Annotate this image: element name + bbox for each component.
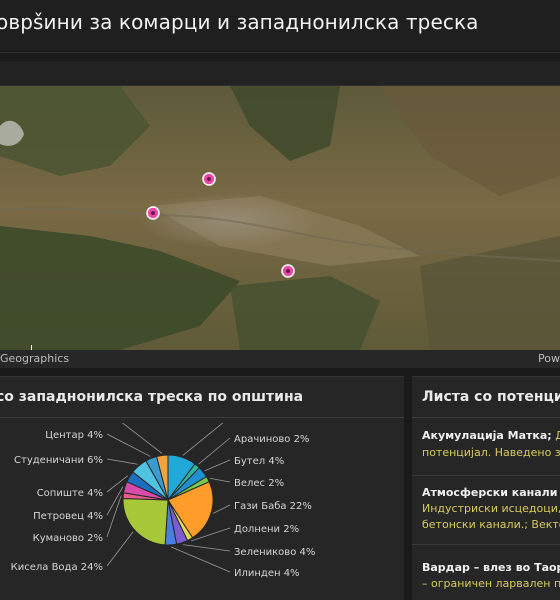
powered-by-text: Pow — [538, 352, 560, 365]
pie-chart-svg: Аеродром 10% Арачиново 2% Бутел 4% Велес 2%… — [11, 407, 316, 579]
chart-title: со западнонилска треска по општина — [0, 389, 304, 405]
pie-label: Арачиново 2% — [234, 434, 309, 445]
pie-leader-line — [182, 544, 231, 552]
pie-label: Бутел 4% — [234, 456, 284, 467]
pie-leader-line — [106, 433, 151, 457]
pie-label: Долнени 2% — [234, 524, 299, 535]
list-item[interactable]: Акумулација Матка; Дла потенцијал. Навед… — [412, 421, 560, 476]
pie-leader-line — [170, 546, 231, 573]
pie-label: Гази Баба 22% — [234, 501, 312, 512]
page-title: оврšини за комарци и западнонилска треск… — [0, 10, 479, 34]
map-toolbar — [0, 62, 560, 86]
pie-leader-line — [212, 504, 231, 514]
list-panel: Листа со потенција Акумулација Матка; Дл… — [412, 376, 560, 600]
pie-chart[interactable]: Аеродром 10% Арачиново 2% Бутел 4% Велес 2%… — [0, 407, 404, 600]
pie-label: Илинден 4% — [234, 568, 300, 579]
pie-label: Куманово 2% — [33, 533, 103, 544]
pie-leader-line — [198, 437, 231, 465]
pie-label: Петровец 4% — [33, 511, 103, 522]
list-divider — [412, 417, 560, 418]
list-item-text: бетонски канали.; Вектор — [422, 518, 560, 531]
pie-label: Студеничани 6% — [14, 455, 103, 466]
header-divider — [0, 52, 560, 53]
list-item-title: Вардар – влез во Таорс — [422, 561, 560, 574]
pie-leader-line — [204, 459, 231, 472]
list-item[interactable]: Атмосферски канали Ви Индустриски исцедо… — [412, 476, 560, 545]
pie-label: Аеродром 10% — [234, 423, 312, 424]
pie-label: Велес 2% — [234, 478, 284, 489]
satellite-imagery — [0, 86, 560, 350]
pie-leader-line — [209, 477, 231, 483]
map-attribution: Geographics — [0, 352, 70, 365]
list-title: Листа со потенција — [422, 389, 560, 405]
list-item-title: Атмосферски канали Ви — [422, 486, 560, 499]
chart-divider — [0, 417, 404, 418]
pie-label: Сопиште 4% — [37, 488, 103, 499]
pie-leader-line — [106, 531, 134, 567]
map-attribution-bar: Geographics Pow — [0, 350, 560, 368]
list-item-title: Акумулација Матка; — [422, 429, 552, 442]
pie-label: Зелениково 4% — [234, 547, 315, 558]
pie-leader-line — [106, 458, 138, 465]
app-header: оврšини за комарци и западнонилска треск… — [0, 0, 560, 50]
pie-slice[interactable] — [122, 498, 169, 546]
list-item-text: – ограничен ларвален по — [422, 577, 560, 590]
list-item[interactable]: Вардар – влез во Таорс – ограничен ларва… — [412, 545, 560, 600]
list-item-text: Индустриски исцедоци, с — [422, 502, 560, 515]
chart-panel: со западнонилска треска по општина Аерод… — [0, 376, 404, 600]
map-panel: Geographics Pow — [0, 62, 560, 368]
list-item-text: Дла — [552, 429, 560, 442]
pie-leader-line — [182, 416, 231, 456]
map-view[interactable] — [0, 86, 560, 350]
pie-leader-line — [106, 486, 124, 516]
pie-label: Кисела Вода 24% — [11, 562, 103, 573]
pie-label: Центар 4% — [45, 430, 103, 441]
list-item-text: потенцијал. Наведено зар — [422, 446, 560, 459]
